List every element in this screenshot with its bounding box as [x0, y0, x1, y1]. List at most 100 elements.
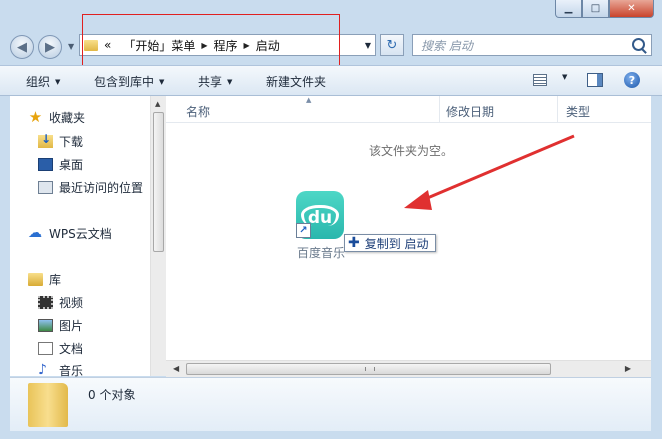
include-in-library-label: 包含到库中: [94, 75, 155, 89]
organize-label: 组织: [26, 75, 51, 89]
star-icon: ★: [28, 108, 43, 126]
cloud-icon: ☁: [28, 225, 42, 241]
back-button[interactable]: ◀: [10, 35, 34, 59]
search-icon[interactable]: [632, 38, 645, 51]
scrollbar-thumb[interactable]: [186, 363, 551, 375]
chevron-right-icon[interactable]: ▶: [244, 41, 250, 50]
plus-icon: ✚: [348, 235, 360, 251]
column-headers: ▲ 名称 修改日期 类型: [166, 96, 651, 123]
nav-item-downloads[interactable]: 下载: [38, 132, 84, 150]
arrow-right-icon: ▶: [45, 39, 55, 55]
scroll-up-icon[interactable]: ▲: [155, 100, 160, 108]
search-input[interactable]: 搜索 启动: [412, 34, 652, 56]
help-icon[interactable]: ?: [624, 72, 640, 88]
arrow-left-icon: ◀: [17, 39, 27, 55]
breadcrumb: 「开始」菜单 ▶ 程序 ▶ 启动: [117, 37, 285, 54]
organize-menu[interactable]: 组织 ▼: [26, 73, 60, 90]
refresh-button[interactable]: ↻: [380, 34, 404, 56]
maximize-icon: □: [590, 3, 601, 14]
forward-button[interactable]: ▶: [38, 35, 62, 59]
file-list-horizontal-scrollbar[interactable]: ◀ ▶: [166, 360, 651, 377]
nav-item-label: 文档: [59, 342, 84, 356]
share-menu[interactable]: 共享 ▼: [198, 73, 232, 90]
recent-places-icon: [38, 181, 53, 194]
frame-bottom: [0, 431, 662, 439]
scrollbar-thumb[interactable]: [153, 112, 164, 252]
nav-favorites[interactable]: ★ 收藏夹: [28, 109, 85, 126]
frame-right: [651, 96, 662, 439]
address-dropdown-icon[interactable]: ▼: [365, 41, 371, 50]
nav-item-documents[interactable]: 文档: [38, 340, 83, 357]
chevron-down-icon: ▼: [227, 77, 233, 86]
close-icon: ✕: [627, 3, 636, 14]
nav-wps-cloud-label: WPS云文档: [49, 227, 112, 241]
scrollbar-grip-icon: [365, 367, 375, 371]
nav-library[interactable]: 库: [28, 271, 61, 288]
address-bar[interactable]: « 「开始」菜单 ▶ 程序 ▶ 启动 ▼: [79, 34, 376, 56]
column-divider[interactable]: [557, 96, 558, 122]
folder-large-icon: [28, 383, 68, 427]
chevron-down-icon: ▼: [55, 77, 61, 86]
column-header-name[interactable]: 名称: [186, 103, 210, 120]
scroll-right-icon[interactable]: ▶: [625, 364, 631, 373]
share-label: 共享: [198, 75, 223, 89]
maximize-button[interactable]: □: [582, 0, 609, 18]
nav-item-pictures[interactable]: 图片: [38, 317, 83, 334]
new-folder-button[interactable]: 新建文件夹: [266, 73, 326, 90]
library-icon: [28, 273, 43, 286]
view-dropdown[interactable]: ▼: [557, 73, 567, 81]
navigation-pane: ★ 收藏夹 下载 桌面 最近访问的位置 ☁ WPS云文档 库 视频: [10, 96, 150, 378]
file-list[interactable]: ▲ 名称 修改日期 类型 该文件夹为空。 du ↗ 百度音乐 ✚ 复制到 启动: [166, 96, 651, 360]
refresh-icon: ↻: [386, 37, 398, 53]
details-pane: 0 个对象: [10, 377, 651, 431]
item-count: 0 个对象: [88, 388, 136, 402]
nav-item-videos[interactable]: 视频: [38, 294, 83, 311]
nav-item-recent-places[interactable]: 最近访问的位置: [38, 179, 143, 196]
nav-item-desktop[interactable]: 桌面: [38, 156, 83, 173]
search-placeholder: 搜索 启动: [421, 38, 473, 53]
breadcrumb-overflow[interactable]: «: [104, 38, 111, 52]
dragged-item-label: 百度音乐: [297, 246, 346, 260]
document-library-icon: [38, 342, 53, 355]
music-library-icon: ♪: [38, 362, 47, 378]
caption-buttons: ▁ □ ✕: [555, 0, 654, 18]
scroll-left-icon[interactable]: ◀: [173, 364, 179, 373]
minimize-icon: ▁: [564, 3, 573, 14]
nav-item-label: 下载: [59, 135, 84, 149]
picture-library-icon: [38, 319, 53, 332]
minimize-button[interactable]: ▁: [555, 0, 582, 18]
shortcut-arrow-icon: ↗: [296, 223, 311, 238]
nav-wps-cloud[interactable]: ☁ WPS云文档: [28, 225, 112, 242]
chevron-down-icon: ▼: [562, 73, 568, 81]
frame-left: [0, 96, 10, 439]
recent-pages-dropdown[interactable]: ▼: [68, 42, 74, 51]
drag-drop-tooltip-text: 复制到 启动: [364, 236, 429, 251]
sort-ascending-icon: ▲: [306, 96, 312, 104]
annotation-arrow-head: [404, 190, 432, 210]
column-header-date-modified[interactable]: 修改日期: [446, 103, 494, 120]
breadcrumb-start-menu[interactable]: 「开始」菜单: [123, 37, 195, 54]
drag-drop-tooltip: ✚ 复制到 启动: [344, 234, 436, 252]
column-header-type[interactable]: 类型: [566, 103, 590, 120]
column-divider[interactable]: [439, 96, 440, 122]
annotation-arrow: [404, 134, 575, 210]
view-options-icon[interactable]: [533, 74, 547, 86]
breadcrumb-startup[interactable]: 启动: [256, 37, 280, 54]
command-bar: 组织 ▼ 包含到库中 ▼ 共享 ▼ 新建文件夹 ▼ ?: [0, 65, 662, 96]
preview-pane-icon[interactable]: [587, 73, 603, 87]
navigation-pane-scrollbar[interactable]: ▲: [150, 96, 166, 376]
nav-item-label: 图片: [59, 319, 84, 333]
close-button[interactable]: ✕: [609, 0, 654, 18]
nav-item-label: 最近访问的位置: [59, 181, 144, 195]
include-in-library-menu[interactable]: 包含到库中 ▼: [94, 73, 164, 90]
folder-icon: [84, 39, 98, 51]
empty-folder-message: 该文件夹为空。: [369, 144, 454, 158]
explorer-window: ▁ □ ✕ ◀ ▶ ▼ « 「开始」菜单 ▶ 程序 ▶ 启动 ▼ ↻ 搜索 启动…: [0, 0, 662, 439]
download-folder-icon: [38, 132, 53, 148]
desktop-icon: [38, 158, 53, 171]
chevron-right-icon[interactable]: ▶: [201, 41, 207, 50]
nav-library-label: 库: [49, 273, 62, 287]
breadcrumb-programs[interactable]: 程序: [214, 37, 238, 54]
nav-item-label: 桌面: [59, 158, 84, 172]
nav-favorites-label: 收藏夹: [49, 111, 86, 125]
